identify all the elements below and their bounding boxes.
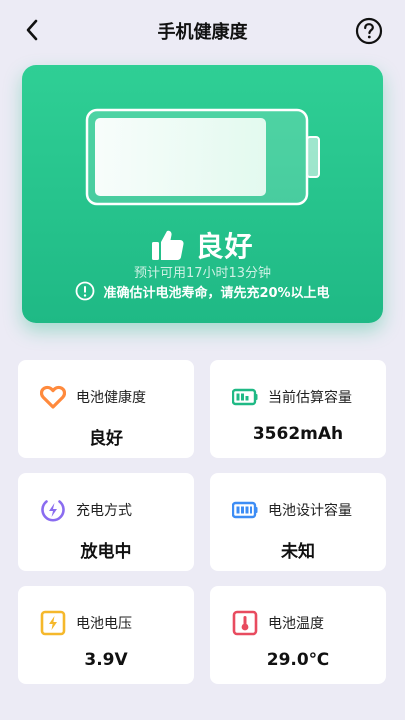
card-charging-mode[interactable]: 充电方式 放电中: [18, 473, 194, 571]
card-value: 3562mAh: [252, 424, 344, 444]
heart-icon: [40, 385, 66, 409]
page-title: 手机健康度: [157, 22, 248, 43]
voltage-icon: [40, 610, 66, 636]
card-label: 电池温度: [268, 616, 324, 632]
card-battery-temperature[interactable]: 电池温度 29.0℃: [210, 586, 386, 684]
card-estimated-capacity[interactable]: 当前估算容量 3562mAh: [210, 360, 386, 458]
card-value: 29.0℃: [266, 650, 330, 670]
card-value: 放电中: [80, 542, 132, 562]
thermometer-icon: [232, 610, 258, 636]
thumbs-up-icon: [152, 230, 185, 260]
battery-design-icon: [232, 501, 258, 519]
header-bar: 手机健康度: [0, 0, 405, 62]
charging-icon: [41, 500, 65, 522]
card-label: 充电方式: [76, 503, 132, 519]
card-value: 良好: [89, 429, 123, 449]
verdict-label: 良好: [195, 230, 254, 263]
card-battery-voltage[interactable]: 电池电压 3.9V: [18, 586, 194, 684]
battery-status-panel: 良好 预计可用17小时13分钟 准确估计电池寿命，请先充20%以上电: [22, 65, 383, 323]
health-verdict: 良好: [22, 225, 383, 265]
card-label: 电池设计容量: [268, 503, 352, 519]
battery-graphic: [84, 107, 324, 211]
info-icon: [76, 281, 95, 301]
battery-capacity-icon: [232, 388, 258, 406]
card-value: 未知: [281, 542, 315, 562]
question-icon: [355, 17, 383, 45]
card-battery-health[interactable]: 电池健康度 良好: [18, 360, 194, 458]
remaining-time-text: 预计可用17小时13分钟: [133, 266, 272, 281]
card-label: 当前估算容量: [268, 390, 352, 406]
card-design-capacity[interactable]: 电池设计容量 未知: [210, 473, 386, 571]
notice-text: 准确估计电池寿命，请先充20%以上电: [103, 285, 330, 301]
battery-icon: [85, 108, 320, 206]
card-label: 电池健康度: [76, 390, 146, 406]
battery-level-fill: [95, 118, 266, 196]
card-label: 电池电压: [76, 616, 132, 632]
charge-notice: 准确估计电池寿命，请先充20%以上电: [22, 281, 383, 301]
card-value: 3.9V: [84, 650, 128, 670]
help-button[interactable]: [355, 17, 383, 45]
